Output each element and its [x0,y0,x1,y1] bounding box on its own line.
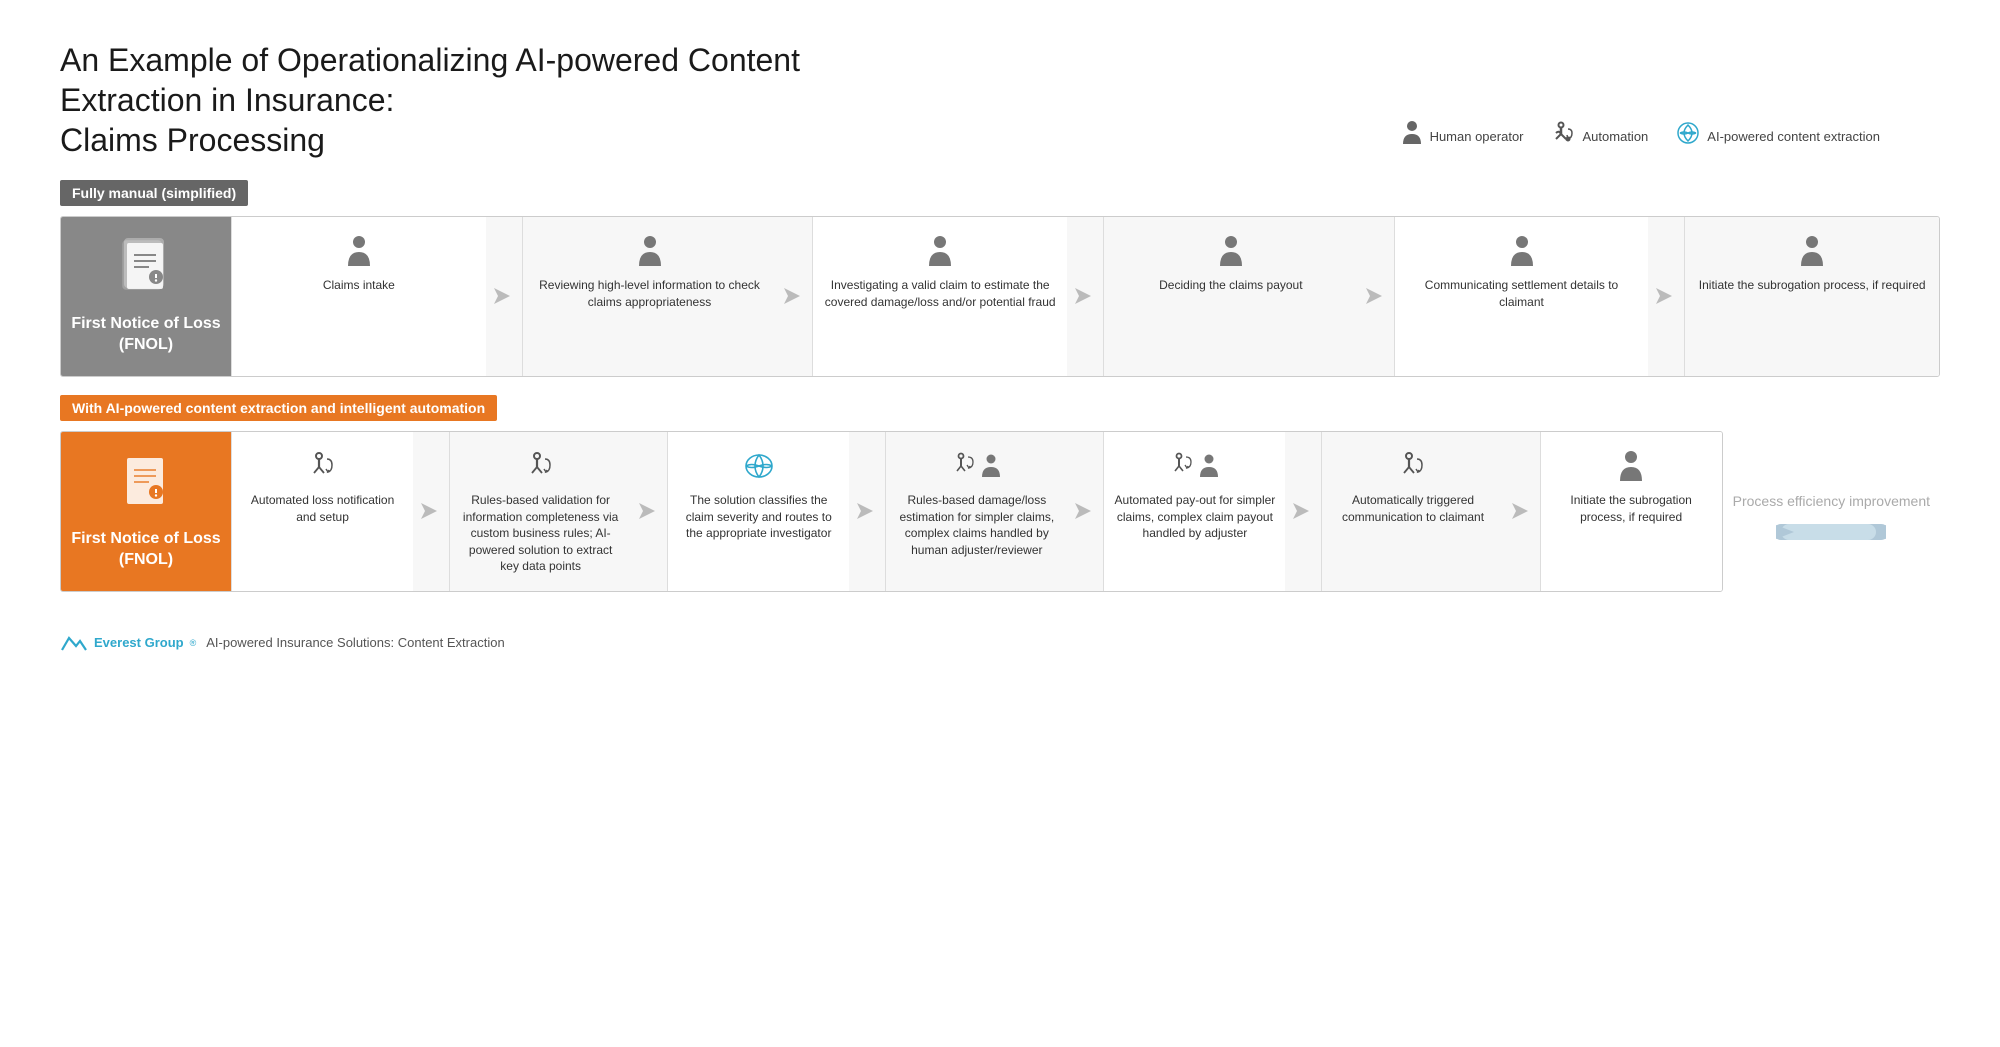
human-icon-step2 [636,233,664,269]
title-line1: An Example of Operationalizing AI-powere… [60,42,800,118]
footer: Everest Group ® AI-powered Insurance Sol… [60,632,1940,654]
manual-step-1: Claims intake [231,217,486,376]
manual-step-4: Deciding the claims payout [1103,217,1358,376]
legend-human-label: Human operator [1430,129,1524,144]
ai-step-1: Automated loss notification and setup [231,432,413,591]
human-icon-step5 [1508,233,1536,269]
arrow-5 [1648,217,1684,376]
ai-fnol-title: First Notice of Loss (FNOL) [71,529,221,571]
ai-step-2-text: Rules-based validation for information c… [460,492,621,575]
arrow-3 [1067,217,1103,376]
human-icon-step3 [926,233,954,269]
ai-arrow-1 [413,432,449,591]
legend: Human operator Automation [1401,120,1880,152]
arrow-1 [486,217,522,376]
ai-arrow-5 [1285,432,1321,591]
mixed-icon-step4 [951,448,1002,484]
ai-step-5: Automated pay-out for simpler claims, co… [1103,432,1285,591]
manual-section: Fully manual (simplified) [60,180,1940,377]
ai-icon [1676,121,1700,151]
manual-steps: Claims intake Reviewing high-level infor… [231,217,1939,376]
ai-step-6: Automatically triggered communication to… [1321,432,1503,591]
manual-step-3-text: Investigating a valid claim to estimate … [823,277,1057,310]
manual-step-2: Reviewing high-level information to chec… [522,217,777,376]
legend-ai-label: AI-powered content extraction [1707,129,1880,144]
footer-reg-mark: ® [190,638,197,648]
ai-arrow-4 [1067,432,1103,591]
manual-step-4-text: Deciding the claims payout [1159,277,1302,294]
ai-brain-icon-step3 [743,448,775,484]
footer-caption: AI-powered Insurance Solutions: Content … [206,635,504,650]
ai-section: With AI-powered content extraction and i… [60,395,1940,610]
arrow-4 [1358,217,1394,376]
ai-process-row: First Notice of Loss (FNOL) [60,431,1723,592]
footer-logo-text: Everest Group [94,635,184,650]
page-title: An Example of Operationalizing AI-powere… [60,40,920,160]
manual-section-label: Fully manual (simplified) [60,180,248,206]
human-operator-icon [1401,120,1423,152]
efficiency-text: Process efficiency improvement [1733,492,1930,511]
manual-step-3: Investigating a valid claim to estimate … [812,217,1067,376]
human-icon-step7 [1617,448,1645,484]
human-icon-step6 [1798,233,1826,269]
ai-step-4: Rules-based damage/loss estimation for s… [885,432,1067,591]
manual-fnol-title: First Notice of Loss (FNOL) [71,314,221,356]
ai-step-3-text: The solution classifies the claim severi… [678,492,839,542]
everest-group-logo: Everest Group ® [60,632,196,654]
manual-step-6: Initiate the subrogation process, if req… [1684,217,1939,376]
ai-fnol-document-icon [121,452,171,521]
manual-process-row: First Notice of Loss (FNOL) Claims intak… [60,216,1940,377]
ai-step-2: Rules-based validation for information c… [449,432,631,591]
efficiency-indicator: Process efficiency improvement [1723,492,1940,550]
human-icon-step4 [1217,233,1245,269]
ai-step-5-text: Automated pay-out for simpler claims, co… [1114,492,1275,542]
arrow-2 [776,217,812,376]
ai-arrow-2 [631,432,667,591]
legend-automation-label: Automation [1583,129,1649,144]
ai-step-6-text: Automatically triggered communication to… [1332,492,1493,525]
ai-fnol-box: First Notice of Loss (FNOL) [61,432,231,591]
legend-automation: Automation [1552,121,1649,151]
ai-step-7: Initiate the subrogation process, if req… [1540,432,1722,591]
manual-step-5: Communicating settlement details to clai… [1394,217,1649,376]
automation-icon-step2 [526,448,556,484]
ai-step-4-text: Rules-based damage/loss estimation for s… [896,492,1057,558]
ai-step-7-text: Initiate the subrogation process, if req… [1551,492,1712,525]
fnol-document-icon [121,237,171,306]
ai-arrow-6 [1504,432,1540,591]
legend-ai: AI-powered content extraction [1676,121,1880,151]
legend-human: Human operator [1401,120,1524,152]
ai-steps: Automated loss notification and setup [231,432,1722,591]
title-line2: Claims Processing [60,122,325,158]
ai-section-label: With AI-powered content extraction and i… [60,395,497,421]
mixed-icon-step5 [1169,448,1220,484]
manual-step-1-text: Claims intake [323,277,395,294]
manual-step-2-text: Reviewing high-level information to chec… [533,277,767,310]
ai-step-1-text: Automated loss notification and setup [242,492,403,525]
automation-icon-step6 [1398,448,1428,484]
manual-step-5-text: Communicating settlement details to clai… [1405,277,1639,310]
ai-step-3: The solution classifies the claim severi… [667,432,849,591]
ai-arrow-3 [849,432,885,591]
manual-step-6-text: Initiate the subrogation process, if req… [1699,277,1926,294]
manual-fnol-box: First Notice of Loss (FNOL) [61,217,231,376]
human-icon-step1 [345,233,373,269]
automation-icon [1552,121,1576,151]
automation-icon-step1 [308,448,338,484]
